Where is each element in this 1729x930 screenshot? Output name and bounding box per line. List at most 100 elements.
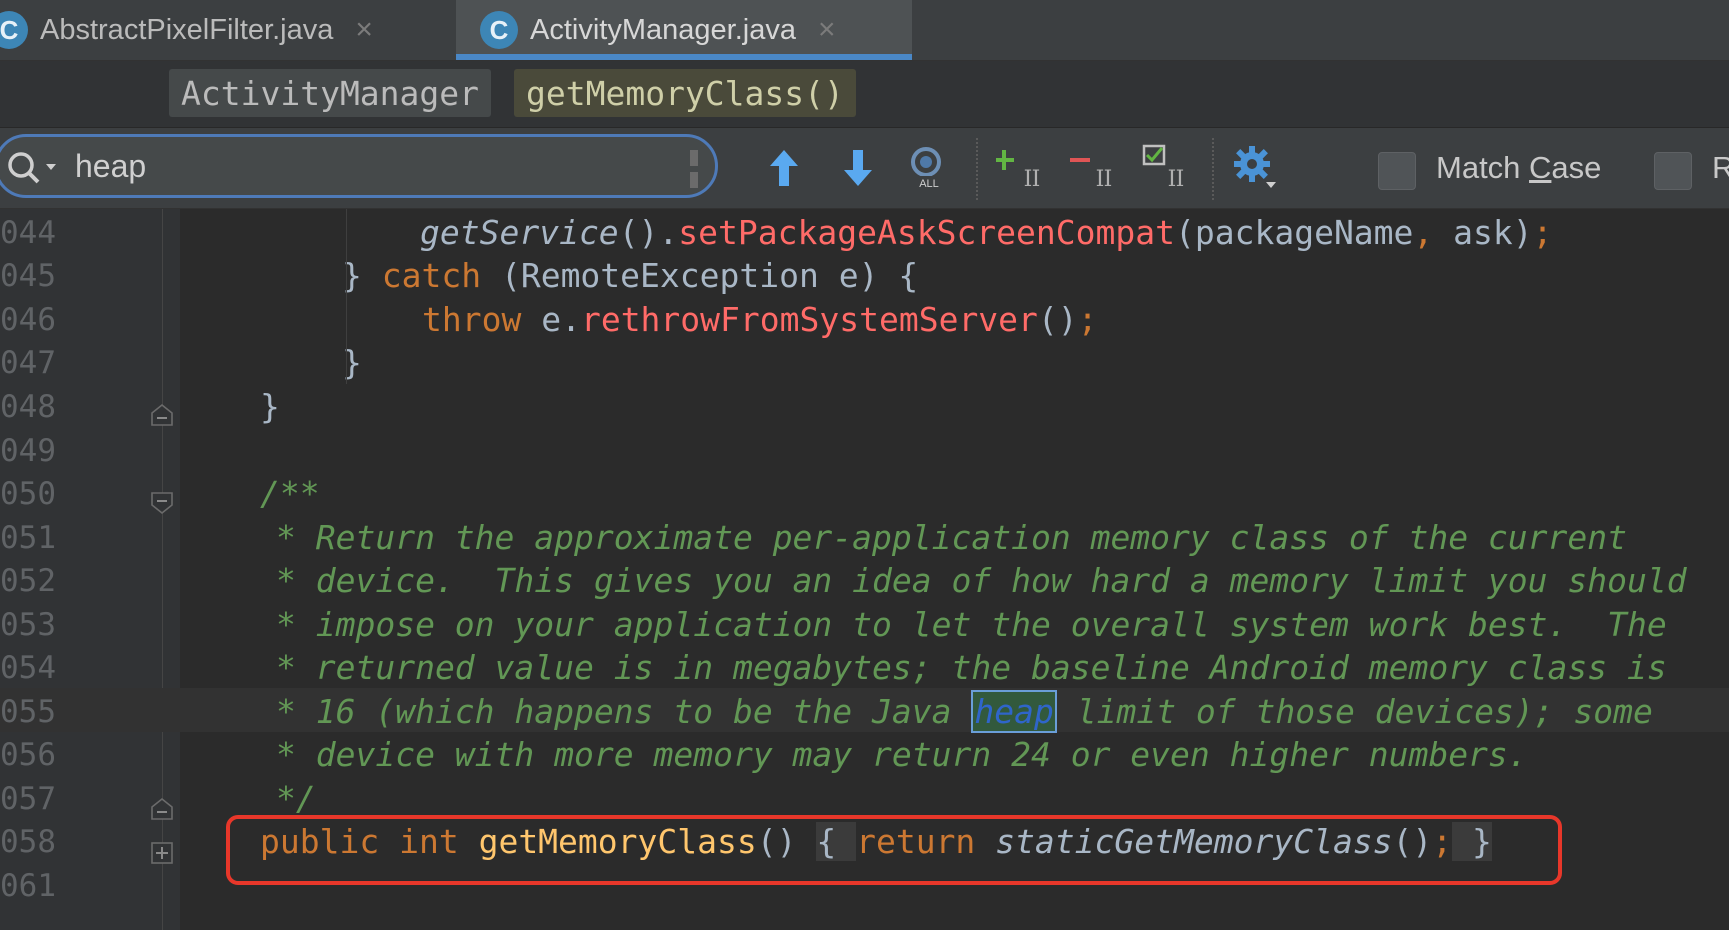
arrow-up-icon[interactable]	[760, 144, 808, 192]
code-token: * device. This gives you an idea of how …	[276, 561, 1687, 600]
line-code: * device with more memory may return 24 …	[276, 735, 1528, 774]
remove-cursor-icon[interactable]: I I	[1068, 144, 1116, 192]
input-resize-handle[interactable]	[690, 150, 698, 188]
regex-checkbox[interactable]	[1654, 152, 1692, 190]
code-line[interactable]: 057 */	[0, 775, 1729, 819]
line-code: * device. This gives you an idea of how …	[276, 561, 1687, 600]
java-class-icon: C	[0, 11, 28, 49]
code-token: }	[260, 387, 280, 426]
line-code: * returned value is in megabytes; the ba…	[276, 648, 1667, 687]
code-token: /**	[260, 474, 320, 513]
code-token: ;	[1077, 300, 1098, 339]
close-icon[interactable]: ×	[355, 13, 373, 47]
code-token: * returned value is in megabytes; the ba…	[276, 648, 1667, 687]
close-icon[interactable]: ×	[818, 13, 836, 47]
line-number: 061	[0, 868, 56, 904]
search-icon[interactable]	[6, 150, 60, 186]
line-code: } catch (RemoteException e) {	[342, 256, 918, 295]
expand-fold-icon[interactable]	[150, 841, 174, 865]
line-number: 051	[0, 520, 56, 556]
svg-text:ALL: ALL	[919, 178, 939, 190]
line-code: * 16 (which happens to be the Java heap …	[276, 690, 1653, 733]
code-token: setPackageAskScreenCompat	[678, 213, 1175, 252]
line-code: * impose on your application to let the …	[276, 605, 1667, 644]
code-token: ().	[618, 213, 679, 252]
fold-start-icon[interactable]	[150, 491, 174, 515]
code-line[interactable]: 051 * Return the approximate per-applicat…	[0, 514, 1729, 558]
code-line[interactable]: 053 * impose on your application to let t…	[0, 601, 1729, 645]
toolbar-separator	[1212, 138, 1214, 200]
add-cursor-icon[interactable]: I I	[996, 144, 1044, 192]
fold-end-icon[interactable]	[150, 797, 174, 821]
line-code: * Return the approximate per-application…	[276, 518, 1627, 557]
svg-text:I: I	[1176, 167, 1185, 192]
breadcrumb-class[interactable]: ActivityManager	[169, 69, 492, 117]
tab-label: ActivityManager.java	[530, 13, 796, 46]
code-token: limit of those devices); some	[1056, 692, 1653, 731]
tab-activitymanager[interactable]: C ActivityManager.java ×	[456, 0, 912, 60]
line-number: 054	[0, 650, 56, 686]
code-token: * Return the approximate per-application…	[276, 518, 1628, 557]
code-line[interactable]: 055 * 16 (which happens to be the Java he…	[0, 688, 1729, 733]
code-line[interactable]: 044 getService().setPackageAskScreenCompa…	[0, 209, 1729, 253]
search-match-highlight: heap	[971, 690, 1057, 733]
code-line[interactable]: 052 * device. This gives you an idea of h…	[0, 557, 1729, 601]
line-number: 053	[0, 607, 56, 643]
line-number: 052	[0, 563, 56, 599]
code-token: (RemoteException e) {	[481, 256, 919, 295]
tab-abstractpixelfilter[interactable]: C AbstractPixelFilter.java ×	[0, 0, 442, 60]
code-token: }	[342, 256, 382, 295]
breadcrumb-method[interactable]: getMemoryClass()	[514, 69, 856, 117]
indent-guide	[346, 209, 347, 384]
line-number: 058	[0, 824, 56, 860]
line-code: getService().setPackageAskScreenCompat(p…	[420, 213, 1553, 252]
code-line[interactable]: 056 * device with more memory may return …	[0, 731, 1729, 775]
active-tab-indicator	[456, 54, 912, 60]
toggle-selection-icon[interactable]: I I	[1140, 144, 1188, 192]
code-token: ()	[1037, 300, 1078, 339]
search-query[interactable]: heap	[75, 148, 146, 185]
match-case-checkbox[interactable]	[1378, 152, 1416, 190]
line-code: /**	[260, 474, 320, 513]
line-number: 055	[0, 694, 56, 730]
line-code: */	[276, 779, 316, 818]
line-number: 045	[0, 258, 56, 294]
regex-label[interactable]: R	[1712, 150, 1729, 186]
line-number: 056	[0, 737, 56, 773]
code-token: e.	[521, 300, 581, 339]
line-number: 044	[0, 215, 56, 251]
code-token: catch	[381, 256, 482, 295]
line-number: 048	[0, 389, 56, 425]
code-token: ask)	[1433, 213, 1533, 252]
code-token: (packageName	[1175, 213, 1414, 252]
line-code: }	[342, 343, 362, 382]
svg-text:I: I	[1104, 167, 1113, 192]
code-token: throw	[422, 300, 522, 339]
line-code: }	[260, 387, 280, 426]
fold-end-icon[interactable]	[150, 403, 174, 427]
svg-text:I: I	[1032, 167, 1041, 192]
line-number: 047	[0, 345, 56, 381]
code-token: }	[342, 343, 362, 382]
match-case-label[interactable]: Match Case	[1436, 150, 1601, 186]
select-all-occurrences-icon[interactable]: ALL	[904, 144, 952, 192]
code-line[interactable]: 049	[0, 427, 1729, 471]
code-line[interactable]: 050 /**	[0, 470, 1729, 514]
code-line[interactable]: 048}	[0, 383, 1729, 427]
editor-tab-bar: C AbstractPixelFilter.java × C ActivityM…	[0, 0, 1729, 61]
java-class-icon: C	[480, 11, 518, 49]
tab-label: AbstractPixelFilter.java	[40, 13, 334, 46]
highlight-annotation-box	[226, 815, 1562, 885]
code-line[interactable]: 054 * returned value is in megabytes; the…	[0, 644, 1729, 688]
arrow-down-icon[interactable]	[834, 144, 882, 192]
code-token: rethrowFromSystemServer	[580, 300, 1038, 339]
code-token: * device with more memory may return 24 …	[276, 735, 1528, 774]
line-number: 046	[0, 302, 56, 338]
code-line[interactable]: 046 throw e.rethrowFromSystemServer();	[0, 296, 1729, 340]
line-number: 049	[0, 433, 56, 469]
code-token: getService	[420, 213, 619, 252]
code-line[interactable]: 045} catch (RemoteException e) {	[0, 252, 1729, 296]
code-token: * 16 (which happens to be the Java	[276, 692, 972, 731]
code-line[interactable]: 047}	[0, 339, 1729, 383]
settings-gear-icon[interactable]	[1230, 144, 1278, 192]
